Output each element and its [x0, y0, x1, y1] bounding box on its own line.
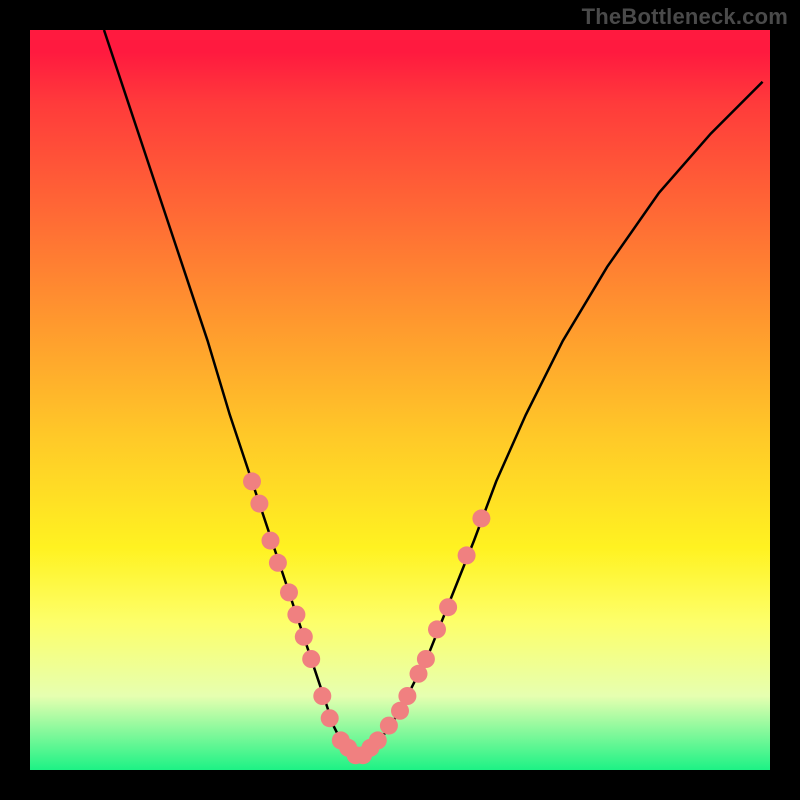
watermark-text: TheBottleneck.com	[582, 4, 788, 30]
data-marker	[380, 717, 398, 735]
plot-area	[30, 30, 770, 770]
data-marker	[295, 628, 313, 646]
data-marker	[243, 472, 261, 490]
data-marker	[321, 709, 339, 727]
data-marker	[313, 687, 331, 705]
data-marker	[458, 546, 476, 564]
chart-frame: TheBottleneck.com	[0, 0, 800, 800]
data-marker	[417, 650, 435, 668]
data-marker	[302, 650, 320, 668]
bottleneck-curve	[104, 30, 763, 755]
data-marker	[250, 495, 268, 513]
data-marker	[398, 687, 416, 705]
data-marker	[287, 606, 305, 624]
data-marker	[280, 583, 298, 601]
data-marker	[439, 598, 457, 616]
data-marker	[262, 532, 280, 550]
marker-group	[243, 472, 490, 764]
data-marker	[428, 620, 446, 638]
curve-layer	[30, 30, 770, 770]
data-marker	[269, 554, 287, 572]
data-marker	[472, 509, 490, 527]
data-marker	[369, 731, 387, 749]
